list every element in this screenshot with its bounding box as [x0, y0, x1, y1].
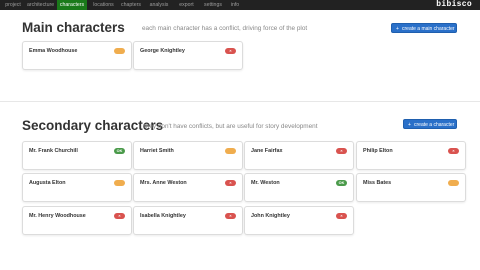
character-name: Miss Bates [363, 180, 392, 186]
character-name: Mr. Frank Churchill [29, 148, 78, 154]
create-secondary-character-button[interactable]: + create a character [403, 119, 457, 129]
status-badge: × [114, 213, 125, 219]
status-badge: × [225, 48, 236, 54]
nav-item-info[interactable]: info [228, 0, 242, 10]
create-main-character-label: create a main character [402, 26, 455, 32]
character-card[interactable]: Emma Woodhouse [22, 41, 132, 70]
character-card[interactable]: Mr. Weston OK [244, 173, 354, 202]
status-badge: × [225, 213, 236, 219]
nav-item-locations[interactable]: locations [91, 0, 116, 10]
character-name: Mr. Weston [251, 180, 280, 186]
nav-item-characters[interactable]: characters [57, 0, 87, 10]
section-divider [0, 101, 480, 102]
main-characters-subtitle: each main character has a conflict, driv… [142, 25, 308, 32]
nav-item-export[interactable]: export [175, 0, 198, 10]
create-main-character-button[interactable]: + create a main character [391, 23, 457, 33]
status-badge [448, 180, 459, 186]
character-name: Jane Fairfax [251, 148, 283, 154]
character-name: Philip Elton [363, 148, 393, 154]
character-card[interactable]: Mr. Frank Churchill OK [22, 141, 132, 170]
character-card[interactable]: Isabella Knightley × [133, 206, 243, 235]
status-badge [114, 180, 125, 186]
status-badge: × [336, 148, 347, 154]
character-card[interactable]: Mr. Henry Woodhouse × [22, 206, 132, 235]
character-name: Augusta Elton [29, 180, 66, 186]
character-name: Harriet Smith [140, 148, 174, 154]
status-badge [114, 48, 125, 54]
character-name: Mrs. Anne Weston [140, 180, 187, 186]
character-card[interactable]: George Knightley × [133, 41, 243, 70]
secondary-characters-title: Secondary characters [22, 118, 164, 133]
character-name: Emma Woodhouse [29, 48, 78, 54]
character-card[interactable]: Augusta Elton [22, 173, 132, 202]
status-badge: × [336, 213, 347, 219]
character-name: Isabella Knightley [140, 213, 186, 219]
character-card[interactable]: John Knightley × [244, 206, 354, 235]
status-badge: × [448, 148, 459, 154]
status-badge: OK [336, 180, 347, 186]
character-card[interactable]: Miss Bates [356, 173, 466, 202]
main-characters-title: Main characters [22, 20, 125, 35]
character-card[interactable]: Jane Fairfax × [244, 141, 354, 170]
status-badge: OK [114, 148, 125, 154]
nav-item-architecture[interactable]: architecture [27, 0, 54, 10]
top-navbar: bibisco project architecture characters loc… [0, 0, 480, 10]
secondary-characters-subtitle: they don't have conflicts, but are usefu… [144, 123, 318, 130]
nav-item-chapters[interactable]: chapters [119, 0, 143, 10]
character-card[interactable]: Mrs. Anne Weston × [133, 173, 243, 202]
character-card[interactable]: Harriet Smith [133, 141, 243, 170]
nav-item-settings[interactable]: settings [201, 0, 225, 10]
nav-item-project[interactable]: project [2, 0, 24, 10]
create-secondary-character-label: create a character [414, 122, 455, 128]
app-brand: bibisco [436, 0, 472, 9]
character-name: Mr. Henry Woodhouse [29, 213, 86, 219]
status-badge [225, 148, 236, 154]
character-card[interactable]: Philip Elton × [356, 141, 466, 170]
character-name: George Knightley [140, 48, 185, 54]
character-name: John Knightley [251, 213, 290, 219]
status-badge: × [225, 180, 236, 186]
nav-item-analysis[interactable]: analysis [146, 0, 172, 10]
